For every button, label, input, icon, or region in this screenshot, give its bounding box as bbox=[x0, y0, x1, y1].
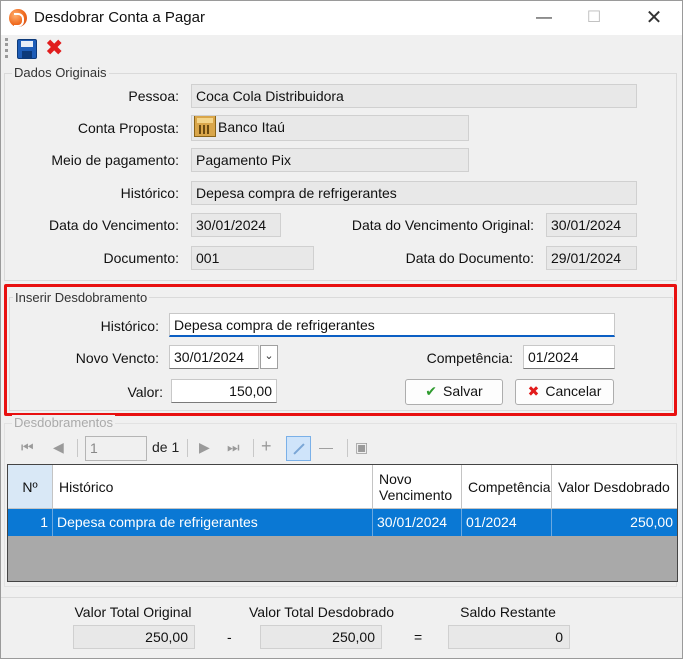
add-new-icon[interactable]: + bbox=[261, 436, 272, 457]
nav-separator bbox=[347, 439, 348, 457]
move-first-icon[interactable]: ⏮ bbox=[21, 439, 34, 456]
checkmark-icon: ✔ bbox=[425, 383, 438, 399]
save-icon[interactable] bbox=[17, 39, 37, 59]
app-logo-icon bbox=[9, 9, 27, 27]
salvar-label: Salvar bbox=[443, 383, 483, 399]
edit-pencil-icon[interactable] bbox=[286, 436, 311, 461]
competencia-input[interactable]: 01/2024 bbox=[523, 345, 615, 369]
col-header-valor-desdobrado[interactable]: Valor Desdobrado bbox=[552, 465, 677, 509]
grid-header: Nº Histórico Novo Vencimento Competência… bbox=[8, 465, 677, 509]
move-previous-icon[interactable]: ◀ bbox=[53, 439, 64, 456]
save-items-icon[interactable]: ▣ bbox=[355, 439, 368, 456]
nav-separator bbox=[187, 439, 188, 457]
total-original-field: 250,00 bbox=[73, 625, 195, 649]
inserir-desdobramento-legend: Inserir Desdobramento bbox=[13, 290, 150, 305]
title-bar: Desdobrar Conta a Pagar — ☐ ✕ bbox=[1, 1, 682, 35]
row-vencimento: 30/01/2024 bbox=[373, 509, 462, 536]
competencia-label: Competência: bbox=[426, 350, 513, 366]
nav-separator bbox=[77, 439, 78, 457]
close-icon[interactable]: ✖ bbox=[45, 36, 63, 60]
bank-icon bbox=[194, 116, 216, 138]
nav-separator bbox=[253, 439, 254, 457]
col-header-novo-vencimento[interactable]: Novo Vencimento bbox=[373, 465, 462, 509]
position-input[interactable]: 1 bbox=[85, 436, 147, 461]
move-last-icon[interactable]: ⏭ bbox=[227, 439, 240, 456]
conta-proposta-field: Banco Itaú bbox=[191, 115, 469, 141]
pessoa-field: Coca Cola Distribuidora bbox=[191, 84, 637, 108]
row-numero: 1 bbox=[8, 509, 53, 536]
equals-sign: = bbox=[414, 629, 423, 645]
total-desdobrado-field: 250,00 bbox=[260, 625, 382, 649]
documento-label: Documento: bbox=[103, 250, 179, 266]
cancelar-button[interactable]: ✖ Cancelar bbox=[515, 379, 614, 405]
novo-vencto-label: Novo Vencto: bbox=[75, 350, 159, 366]
novo-vencto-input[interactable]: 30/01/2024 bbox=[169, 345, 259, 369]
saldo-restante-label: Saldo Restante bbox=[460, 604, 556, 620]
desdobramentos-grid[interactable]: Nº Histórico Novo Vencimento Competência… bbox=[7, 464, 678, 582]
count-label: de 1 bbox=[152, 439, 180, 455]
table-row[interactable]: 1 Depesa compra de refrigerantes 30/01/2… bbox=[8, 509, 677, 536]
data-documento-field: 29/01/2024 bbox=[546, 246, 637, 270]
minus-sign: - bbox=[227, 629, 232, 645]
toolbar-grip-icon bbox=[5, 38, 8, 58]
total-original-label: Valor Total Original bbox=[74, 604, 192, 620]
novo-vencto-dropdown-icon[interactable]: ⌄ bbox=[260, 345, 278, 369]
valor-input[interactable]: 150,00 bbox=[171, 379, 277, 403]
row-historico: Depesa compra de refrigerantes bbox=[53, 509, 373, 536]
desdobrar-window: Desdobrar Conta a Pagar — ☐ ✕ ✖ Dados Or… bbox=[0, 0, 683, 659]
saldo-restante-field: 0 bbox=[448, 625, 570, 649]
historico-original-label: Histórico: bbox=[120, 185, 179, 201]
maximize-button[interactable]: ☐ bbox=[571, 1, 617, 35]
documento-field: 001 bbox=[191, 246, 314, 270]
pessoa-label: Pessoa: bbox=[128, 88, 179, 104]
data-documento-label: Data do Documento: bbox=[405, 250, 534, 266]
dados-originais-legend: Dados Originais bbox=[12, 65, 109, 80]
toolbar: ✖ bbox=[1, 35, 682, 63]
footer-divider bbox=[1, 597, 682, 598]
vencimento-original-label: Data do Vencimento Original: bbox=[351, 217, 534, 233]
move-next-icon[interactable]: ▶ bbox=[199, 439, 210, 456]
col-header-historico[interactable]: Histórico bbox=[53, 465, 373, 509]
historico-original-field: Depesa compra de refrigerantes bbox=[191, 181, 637, 205]
inserir-historico-label: Histórico: bbox=[100, 318, 159, 334]
delete-icon[interactable]: — bbox=[319, 439, 333, 455]
inserir-historico-input[interactable]: Depesa compra de refrigerantes bbox=[169, 313, 615, 337]
cancelar-label: Cancelar bbox=[545, 383, 602, 399]
data-vencimento-field: 30/01/2024 bbox=[191, 213, 281, 237]
salvar-button[interactable]: ✔ Salvar bbox=[405, 379, 503, 405]
row-valor: 250,00 bbox=[630, 514, 673, 530]
cancel-x-icon: ✖ bbox=[527, 383, 540, 399]
col-header-numero[interactable]: Nº bbox=[8, 465, 53, 509]
minimize-button[interactable]: — bbox=[521, 1, 567, 35]
desdobramentos-legend: Desdobramentos bbox=[12, 415, 115, 430]
vencimento-original-field: 30/01/2024 bbox=[546, 213, 637, 237]
conta-proposta-value: Banco Itaú bbox=[218, 119, 285, 135]
row-competencia: 01/2024 bbox=[462, 509, 552, 536]
meio-pagamento-field: Pagamento Pix bbox=[191, 148, 469, 172]
meio-pagamento-label: Meio de pagamento: bbox=[51, 152, 179, 168]
data-vencimento-label: Data do Vencimento: bbox=[49, 217, 179, 233]
binding-navigator: ⏮ ◀ 1 de 1 ▶ ⏭ + — ▣ bbox=[7, 435, 677, 463]
col-header-competencia[interactable]: Competência bbox=[462, 465, 552, 509]
total-desdobrado-label: Valor Total Desdobrado bbox=[249, 604, 395, 620]
close-window-button[interactable]: ✕ bbox=[631, 1, 677, 35]
valor-label: Valor: bbox=[127, 384, 163, 400]
window-title: Desdobrar Conta a Pagar bbox=[34, 9, 205, 26]
conta-proposta-label: Conta Proposta: bbox=[77, 120, 179, 136]
